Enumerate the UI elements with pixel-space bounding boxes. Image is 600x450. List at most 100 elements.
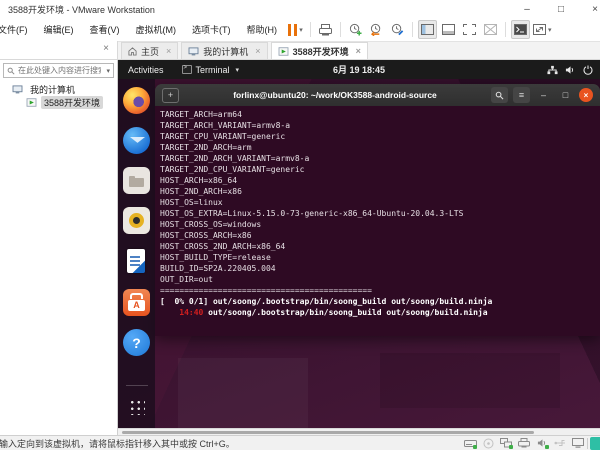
network-icon: [547, 65, 558, 75]
vm-display[interactable]: Activities Terminal ▾ 6月 19 18:45 A?: [118, 60, 600, 428]
tab-label: 我的计算机: [203, 46, 249, 57]
fit-guest-caret-icon[interactable]: ▾: [548, 26, 552, 34]
minimize-window-button[interactable]: –: [510, 2, 544, 17]
menu-item[interactable]: 帮助(H): [239, 19, 286, 41]
terminal-maximize-button[interactable]: □: [557, 87, 574, 103]
usb-status-icon[interactable]: [553, 437, 567, 449]
clock[interactable]: 6月 19 18:45: [333, 63, 385, 76]
cdrom-status-icon[interactable]: [481, 437, 495, 449]
tab-my-computer[interactable]: 我的计算机 ×: [181, 42, 268, 59]
tree-item-my-computer[interactable]: 我的计算机: [0, 83, 117, 96]
printer-status-icon[interactable]: [517, 437, 531, 449]
hdd-status-icon[interactable]: [463, 437, 477, 449]
terminal-line: TARGET_CPU_VARIANT=generic: [160, 132, 286, 141]
library-panel-icon: [421, 24, 434, 35]
tab-label: 主页: [141, 46, 160, 57]
terminal-line: TARGET_ARCH=arm64: [160, 110, 242, 119]
terminal-close-button[interactable]: ×: [579, 88, 593, 102]
firefox-dock-icon[interactable]: [123, 87, 150, 114]
terminal-minimize-button[interactable]: –: [535, 87, 552, 103]
menu-item[interactable]: 文件(F): [0, 19, 36, 41]
tab-home[interactable]: 主页 ×: [121, 42, 179, 59]
fit-guest-button[interactable]: ▾: [532, 20, 553, 39]
horizontal-scrollbar[interactable]: [118, 428, 600, 435]
terminal-menu-button[interactable]: ≡: [513, 87, 530, 103]
ubuntu-software-dock-icon[interactable]: A: [123, 289, 150, 316]
close-tab-icon[interactable]: ×: [356, 46, 361, 56]
pause-vm-button[interactable]: ▾: [286, 20, 305, 39]
hamburger-menu-icon: ≡: [518, 90, 525, 100]
menu-item[interactable]: 编辑(E): [36, 19, 82, 41]
terminal-line: HOST_BUILD_TYPE=release: [160, 253, 271, 262]
volume-icon: [565, 65, 576, 75]
power-icon: [583, 65, 593, 75]
app-grid-button[interactable]: [122, 392, 151, 421]
revert-snapshot-button[interactable]: [367, 20, 386, 39]
menu-item[interactable]: 查看(V): [82, 19, 128, 41]
terminal-line: ========================================…: [160, 286, 372, 295]
show-library-button[interactable]: [418, 20, 437, 39]
display-status-icon[interactable]: [571, 437, 585, 449]
terminal-line: HOST_OS_EXTRA=Linux-5.15.0-73-generic-x8…: [160, 209, 464, 218]
search-icon: [7, 67, 15, 75]
app-grid-icon: [128, 398, 145, 415]
library-tree: 我的计算机 3588开发环境: [0, 83, 117, 109]
scrollbar-thumb[interactable]: [122, 431, 534, 434]
terminal-line: BUILD_ID=SP2A.220405.004: [160, 264, 276, 273]
status-bar: 要将输入定向到该虚拟机，请将鼠标指针移入其中或按 Ctrl+G。: [0, 435, 600, 450]
terminal-line: HOST_OS=linux: [160, 198, 223, 207]
tree-item-vm[interactable]: 3588开发环境: [0, 96, 117, 109]
tray-divider: [587, 437, 588, 449]
network-status-icon[interactable]: [499, 437, 513, 449]
activities-button[interactable]: Activities: [118, 65, 174, 75]
terminal-line: HOST_CROSS_OS=windows: [160, 220, 262, 229]
thunderbird-dock-icon[interactable]: [123, 127, 150, 154]
snapshot-manager-button[interactable]: [388, 20, 407, 39]
fullscreen-button[interactable]: [460, 20, 479, 39]
files-dock-icon[interactable]: [123, 167, 150, 194]
library-search-input[interactable]: [18, 66, 102, 75]
menu-toolbar: 文件(F)编辑(E)查看(V)虚拟机(M)选项卡(T)帮助(H) ▾: [0, 18, 600, 42]
terminal-search-button[interactable]: [491, 87, 508, 103]
terminal-line: TARGET_2ND_CPU_VARIANT=generic: [160, 165, 305, 174]
new-tab-button[interactable]: +: [162, 87, 179, 103]
show-thumbnail-bar-button[interactable]: [439, 20, 458, 39]
terminal-window: + forlinx@ubuntu20: ~/work/OK3588-androi…: [155, 84, 600, 336]
terminal-line: TARGET_2ND_ARCH_VARIANT=armv8-a: [160, 154, 310, 163]
close-window-button[interactable]: ×: [578, 2, 600, 17]
vmware-tray-corner[interactable]: [590, 436, 600, 450]
help-dock-icon[interactable]: ?: [123, 329, 150, 356]
app-menu-label: Terminal: [195, 64, 230, 75]
menu-item[interactable]: 虚拟机(M): [128, 19, 185, 41]
tab-bar: × 主页 × 我的计算机 × 3588开发环境 ×: [0, 41, 600, 60]
library-search-box[interactable]: ▾: [3, 63, 114, 78]
system-status-area[interactable]: [547, 65, 593, 75]
rhythmbox-dock-icon[interactable]: [123, 207, 150, 234]
app-menu-button[interactable]: Terminal ▾: [174, 65, 248, 75]
console-view-icon: [514, 24, 527, 35]
libreoffice-writer-dock-icon[interactable]: [122, 247, 151, 276]
console-view-button[interactable]: [511, 20, 530, 39]
sound-status-icon[interactable]: [535, 437, 549, 449]
send-ctrl-alt-del-button[interactable]: [316, 20, 335, 39]
vmware-workstation-window: 3588开发环境 - VMware Workstation – □ × 文件(F…: [0, 0, 600, 450]
unity-mode-icon: [484, 24, 497, 35]
close-library-icon[interactable]: ×: [103, 43, 109, 54]
library-panel-header: ×: [0, 41, 118, 59]
unity-mode-button[interactable]: [481, 20, 500, 39]
titlebar[interactable]: 3588开发环境 - VMware Workstation – □ ×: [0, 0, 600, 18]
wallpaper-tile: [178, 358, 308, 428]
monitor-icon: [188, 46, 199, 56]
close-tab-icon[interactable]: ×: [166, 46, 171, 56]
search-caret-icon[interactable]: ▾: [106, 67, 110, 75]
maximize-window-button[interactable]: □: [544, 2, 578, 17]
close-tab-icon[interactable]: ×: [255, 46, 260, 56]
tab-vm-active[interactable]: 3588开发环境 ×: [270, 42, 368, 59]
menu-item[interactable]: 选项卡(T): [184, 19, 239, 41]
terminal-output[interactable]: TARGET_ARCH=arm64 TARGET_ARCH_VARIANT=arm…: [155, 106, 600, 336]
pause-caret-icon[interactable]: ▾: [299, 26, 303, 34]
toolbar-divider: [310, 22, 311, 37]
terminal-header[interactable]: + forlinx@ubuntu20: ~/work/OK3588-androi…: [155, 84, 600, 106]
take-snapshot-button[interactable]: [346, 20, 365, 39]
dock-bottom: [122, 385, 151, 428]
